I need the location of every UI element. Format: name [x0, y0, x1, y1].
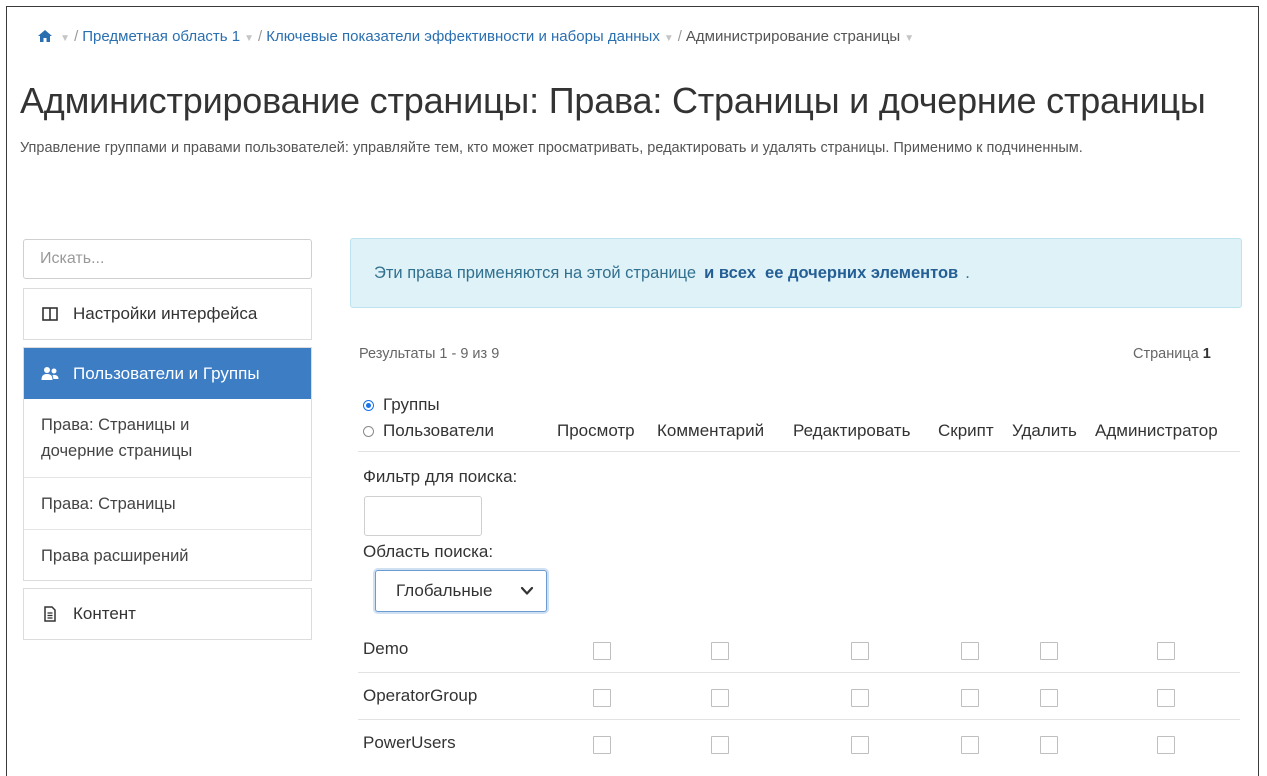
sidebar-item-rights-extensions[interactable]: Права расширений — [24, 529, 311, 581]
chevron-down-icon[interactable]: ▼ — [244, 33, 254, 44]
sidebar-item-label: Контент — [73, 604, 136, 623]
breadcrumb-item[interactable]: Предметная область 1 — [82, 28, 240, 45]
users-icon — [41, 366, 59, 380]
filter-input[interactable] — [364, 496, 482, 536]
column-header-delete: Удалить — [1012, 421, 1077, 440]
breadcrumb: ▼ / Предметная область 1 ▼ / Ключевые показат… — [38, 28, 914, 45]
group-name: PowerUsers — [363, 733, 456, 752]
group-name: Demo — [363, 639, 409, 658]
page-number[interactable]: 1 — [1203, 346, 1211, 362]
results-count: Результаты 1 - 9 из 9 — [359, 346, 500, 362]
column-header-edit: Редактировать — [793, 421, 911, 440]
sidebar-item-rights-pages[interactable]: Права: Страницы — [24, 477, 311, 529]
sidebar-item-users-groups[interactable]: Пользователи и Группы — [24, 348, 311, 399]
checkbox-view[interactable] — [593, 736, 611, 754]
sidebar-item-content[interactable]: Контент — [24, 589, 311, 639]
scope-selected-value: Глобальные — [396, 581, 493, 600]
sidebar-item-rights-pages-children[interactable]: Права: Страницы и дочерние страницы — [24, 399, 311, 477]
scope-label: Область поиска: — [363, 542, 494, 561]
filter-label: Фильтр для поиска: — [363, 467, 518, 486]
page-description: Управление группами и правами пользовате… — [20, 140, 1083, 156]
checkbox-admin[interactable] — [1157, 736, 1175, 754]
row-divider — [358, 719, 1240, 720]
scope-select[interactable]: Глобальные — [375, 570, 547, 612]
breadcrumb-item[interactable]: Ключевые показатели эффективности и набо… — [266, 28, 660, 45]
checkbox-view[interactable] — [593, 642, 611, 660]
document-icon — [44, 606, 56, 622]
checkbox-delete[interactable] — [1040, 736, 1058, 754]
checkbox-admin[interactable] — [1157, 689, 1175, 707]
checkbox-comment[interactable] — [711, 642, 729, 660]
group-name: OperatorGroup — [363, 686, 478, 705]
checkbox-edit[interactable] — [851, 736, 869, 754]
columns-icon — [42, 307, 58, 321]
sidebar-item-interface-settings[interactable]: Настройки интерфейса — [24, 289, 311, 339]
info-alert: Эти права применяются на этой странице и… — [350, 238, 1242, 308]
column-header-script: Скрипт — [938, 421, 994, 440]
column-header-view: Просмотр — [557, 421, 635, 440]
checkbox-comment[interactable] — [711, 689, 729, 707]
sidebar-section-content: Контент — [23, 588, 312, 640]
chevron-down-icon — [520, 586, 534, 595]
sidebar-item-label: Настройки интерфейса — [73, 304, 258, 323]
sidebar-item-label: Права: Страницы и дочерние страницы — [41, 416, 193, 460]
table-divider — [358, 451, 1240, 452]
chevron-down-icon[interactable]: ▼ — [664, 33, 674, 44]
checkbox-admin[interactable] — [1157, 642, 1175, 660]
checkbox-edit[interactable] — [851, 689, 869, 707]
radio-users[interactable]: Пользователи — [363, 421, 494, 441]
home-icon[interactable] — [38, 28, 56, 45]
sidebar-section-users: Пользователи и Группы Права: Страницы и … — [23, 347, 312, 581]
chevron-down-icon[interactable]: ▼ — [60, 33, 70, 44]
chevron-down-icon[interactable]: ▼ — [904, 33, 914, 44]
page-label: Страница — [1133, 346, 1199, 362]
checkbox-delete[interactable] — [1040, 689, 1058, 707]
radio-users-button[interactable] — [363, 425, 374, 437]
checkbox-delete[interactable] — [1040, 642, 1058, 660]
sidebar-item-label: Права расширений — [41, 546, 189, 565]
radio-groups[interactable]: Группы — [363, 395, 440, 415]
checkbox-script[interactable] — [961, 736, 979, 754]
children-link[interactable]: и всех ее дочерних элементов — [704, 264, 958, 283]
checkbox-comment[interactable] — [711, 736, 729, 754]
sidebar-item-label: Пользователи и Группы — [73, 363, 260, 383]
radio-users-label: Пользователи — [383, 421, 494, 440]
pagination: Страница 1 — [1133, 346, 1211, 362]
info-text: Эти права применяются на этой странице — [374, 263, 697, 282]
checkbox-view[interactable] — [593, 689, 611, 707]
sidebar-section-interface: Настройки интерфейса — [23, 288, 312, 340]
checkbox-script[interactable] — [961, 689, 979, 707]
sidebar-item-label: Права: Страницы — [41, 494, 176, 513]
row-divider — [358, 672, 1240, 673]
page-title: Администрирование страницы: Права: Стран… — [20, 80, 1206, 121]
column-header-comment: Комментарий — [657, 421, 765, 440]
breadcrumb-current[interactable]: Администрирование страницы — [686, 28, 900, 45]
radio-groups-label: Группы — [383, 395, 440, 414]
checkbox-script[interactable] — [961, 642, 979, 660]
checkbox-edit[interactable] — [851, 642, 869, 660]
info-end: . — [965, 263, 970, 282]
search-input[interactable] — [23, 239, 312, 279]
column-header-admin: Администратор — [1095, 421, 1218, 440]
radio-groups-button[interactable] — [363, 399, 374, 411]
